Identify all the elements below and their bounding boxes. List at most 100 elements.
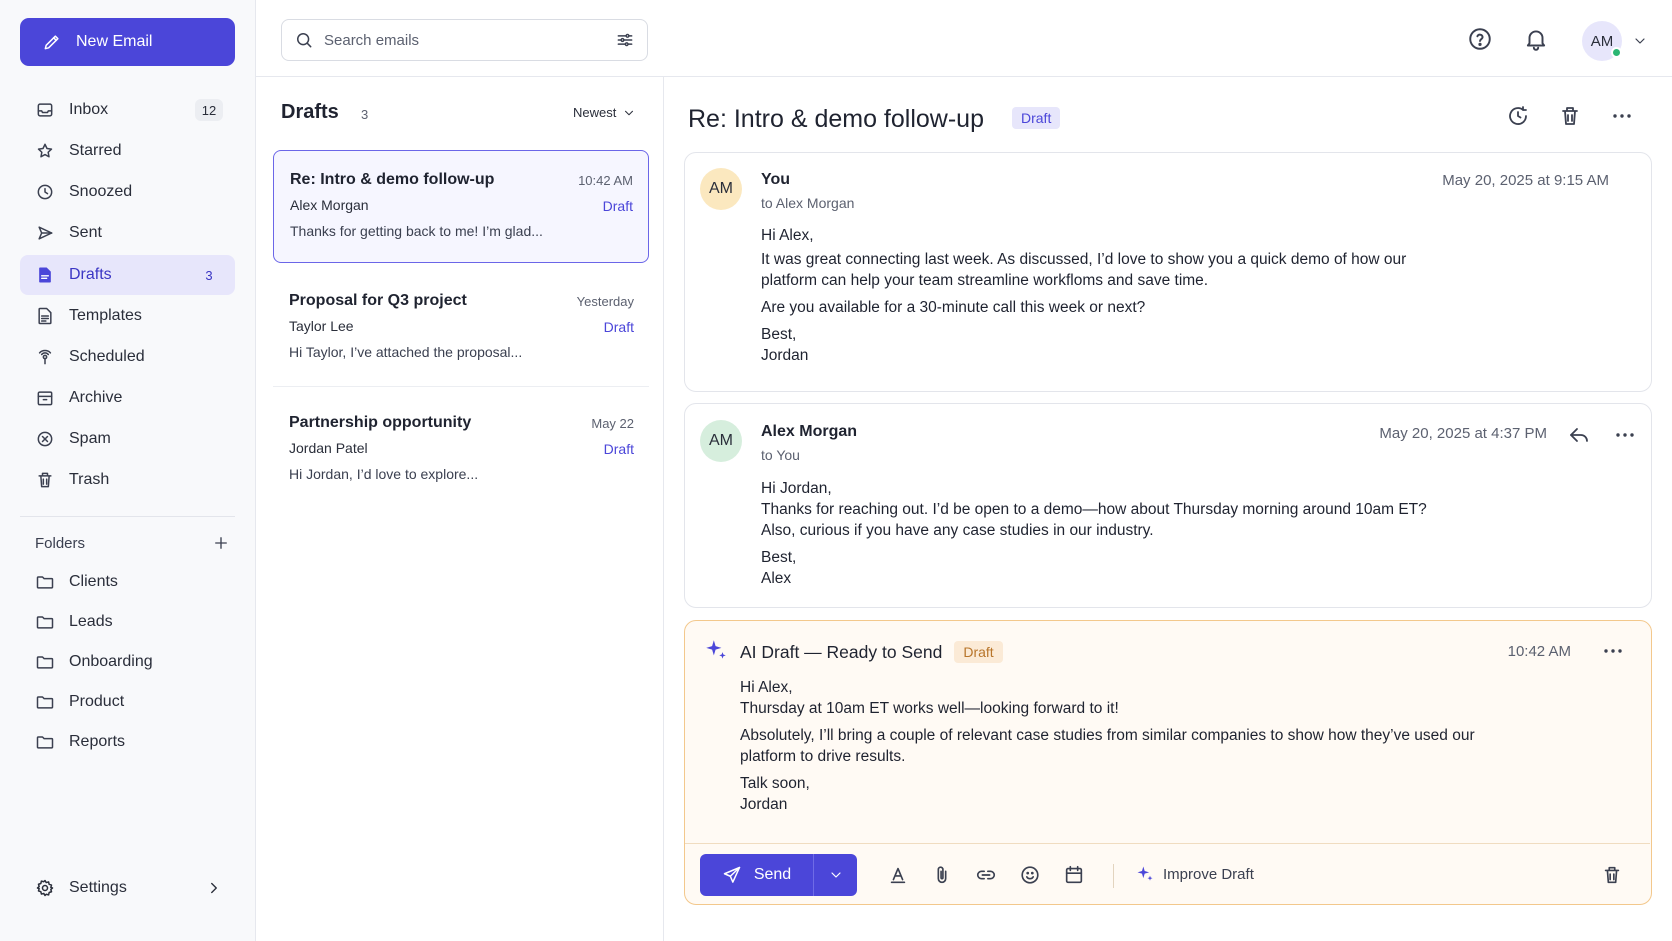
sender-name: You [761, 171, 791, 188]
snooze-button[interactable] [1506, 104, 1530, 128]
email-message: AM Alex Morgan to You May 20, 2025 at 4:… [684, 403, 1652, 608]
trash-icon [38, 472, 52, 488]
thread-more-button[interactable] [1610, 104, 1634, 128]
sidebar-item-archive[interactable]: Archive [20, 378, 235, 418]
settings-button[interactable]: Settings [20, 868, 235, 908]
more-horizontal-icon [1604, 649, 1622, 653]
sort-dropdown[interactable]: Newest [573, 105, 636, 120]
list-item-time: May 22 [591, 416, 634, 431]
ai-draft-header: AI Draft — Ready to Send Draft [740, 641, 1003, 663]
search-bar[interactable] [281, 19, 648, 61]
new-email-button[interactable]: New Email [20, 18, 235, 66]
scheduled-icon [38, 349, 52, 365]
sidebar-item-spam[interactable]: Spam [20, 419, 235, 459]
list-item-sender: Alex Morgan [290, 197, 369, 213]
recipient-line: to You [761, 447, 800, 463]
star-icon [37, 143, 53, 158]
folder-item-product[interactable]: Product [20, 682, 235, 722]
email-message: AM You to Alex Morgan May 20, 2025 at 9:… [684, 152, 1652, 392]
list-item-snippet: Hi Jordan, I’d love to explore... [289, 466, 479, 482]
folder-item-reports[interactable]: Reports [20, 722, 235, 762]
send-options-button[interactable] [814, 854, 857, 896]
schedule-send-button[interactable] [1063, 864, 1085, 886]
ai-draft-more-button[interactable] [1601, 639, 1625, 663]
reply-icon [1570, 428, 1588, 442]
improve-draft-label: Improve Draft [1163, 865, 1254, 883]
body-paragraph: Jordan [761, 347, 809, 364]
list-item[interactable]: Proposal for Q3 project Yesterday Taylor… [273, 272, 649, 385]
sidebar-item-drafts[interactable]: Drafts 3 [20, 255, 235, 295]
search-input[interactable] [324, 31, 605, 49]
calendar-icon [1065, 865, 1083, 884]
sidebar: New Email Inbox 12 Starred Snoozed Sent … [0, 0, 256, 941]
message-date: May 20, 2025 at 9:15 AM [1442, 172, 1609, 189]
emoji-button[interactable] [1019, 864, 1041, 886]
send-button[interactable]: Send [700, 854, 814, 896]
improve-draft-button[interactable]: Improve Draft [1135, 864, 1254, 884]
folder-label: Reports [69, 733, 126, 750]
list-item[interactable]: Re: Intro & demo follow-up 10:42 AM Alex… [273, 150, 649, 263]
sender-avatar: AM [700, 420, 742, 462]
add-folder-icon[interactable] [212, 534, 230, 552]
list-item[interactable]: Partnership opportunity May 22 Jordan Pa… [273, 394, 649, 507]
folder-item-onboarding[interactable]: Onboarding [20, 642, 235, 682]
body-paragraph: Hi Jordan, [761, 480, 832, 497]
thread-subject: Re: Intro & demo follow-up [688, 105, 984, 133]
folder-item-leads[interactable]: Leads [20, 602, 235, 642]
folder-label: Product [69, 693, 125, 710]
chevron-down-icon [625, 110, 634, 115]
new-email-label: New Email [76, 33, 153, 50]
send-split-button: Send [700, 854, 857, 896]
help-icon [1469, 28, 1491, 50]
trash-icon [1562, 107, 1578, 125]
message-more-button[interactable] [1613, 423, 1637, 447]
folder-label: Leads [69, 613, 113, 630]
gear-icon [36, 879, 54, 897]
sender-initials: AM [709, 180, 733, 197]
list-item-time: Yesterday [576, 294, 634, 309]
folders-label: Folders [35, 534, 86, 552]
folder-item-clients[interactable]: Clients [20, 562, 235, 602]
chevron-down-icon [1635, 38, 1645, 44]
reply-button[interactable] [1567, 423, 1591, 447]
thread-draft-badge: Draft [1012, 107, 1061, 129]
list-item-draft-tag: Draft [602, 198, 633, 214]
template-icon [38, 307, 52, 325]
body-paragraph: Alex [761, 570, 792, 587]
body-paragraph: Also, curious if you have any case studi… [761, 522, 1154, 539]
attach-button[interactable] [931, 864, 953, 886]
account-menu-button[interactable] [1632, 33, 1648, 49]
ai-draft-body[interactable]: Hi Alex, Thursday at 10am ET works well—… [740, 677, 1540, 821]
sidebar-item-snoozed[interactable]: Snoozed [20, 172, 235, 212]
sidebar-item-scheduled[interactable]: Scheduled [20, 337, 235, 377]
delete-thread-button[interactable] [1558, 104, 1582, 128]
body-paragraph: Thanks for reaching out. I’d be open to … [761, 501, 1427, 518]
message-body: Hi Alex, It was great connecting last we… [761, 225, 1521, 372]
sidebar-item-label: Drafts [69, 266, 112, 283]
text-format-icon [890, 867, 906, 884]
sender-initials: AM [709, 432, 733, 449]
sidebar-item-trash[interactable]: Trash [20, 460, 235, 500]
folder-label: Onboarding [69, 653, 153, 670]
filter-sliders-icon[interactable] [615, 30, 635, 50]
sidebar-item-sent[interactable]: Sent [20, 213, 235, 253]
folder-icon [36, 616, 54, 629]
folders-header: Folders [35, 534, 230, 552]
sidebar-item-starred[interactable]: Starred [20, 131, 235, 171]
link-icon [976, 870, 996, 880]
sidebar-divider [20, 516, 235, 517]
folder-icon [36, 696, 54, 709]
body-paragraph: Hi Alex, [740, 679, 793, 696]
inbox-icon [37, 103, 53, 117]
sidebar-item-templates[interactable]: Templates [20, 296, 235, 336]
notifications-button[interactable] [1523, 26, 1549, 52]
list-item-subject: Re: Intro & demo follow-up [290, 171, 495, 188]
insert-link-button[interactable] [975, 864, 997, 886]
toolbar-divider [1113, 864, 1114, 888]
body-paragraph: Best, [761, 549, 797, 566]
discard-draft-button[interactable] [1601, 864, 1623, 886]
sidebar-item-inbox[interactable]: Inbox 12 [20, 90, 235, 130]
text-format-button[interactable] [887, 864, 909, 886]
message-date: May 20, 2025 at 4:37 PM [1379, 425, 1547, 442]
help-button[interactable] [1467, 26, 1493, 52]
